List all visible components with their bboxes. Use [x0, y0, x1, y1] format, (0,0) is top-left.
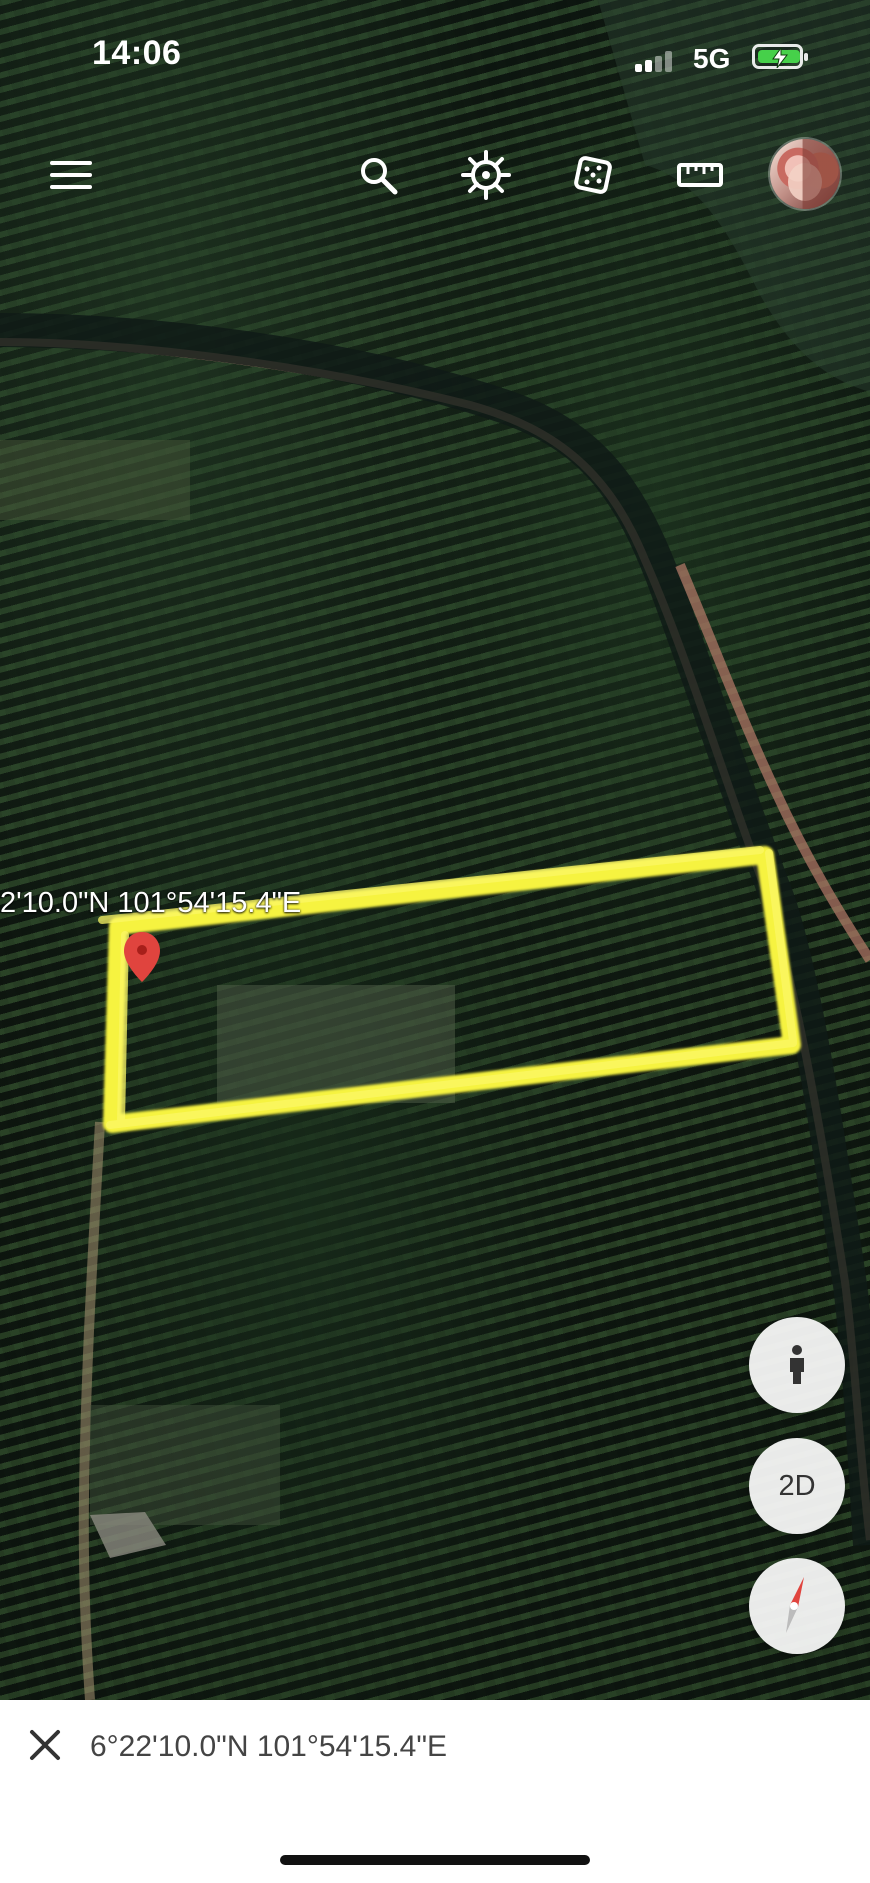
feeling-lucky-button[interactable] [565, 147, 621, 203]
pin-coordinate-label: 2'10.0"N 101°54'15.4"E [0, 887, 302, 919]
feeling-lucky-icon [574, 156, 612, 194]
map-overlay [0, 0, 870, 1700]
signal-bar-2 [645, 60, 652, 72]
signal-bar-3 [655, 56, 662, 72]
location-sheet: 6°22'10.0"N 101°54'15.4"E [0, 1700, 870, 1883]
satellite-map[interactable]: 2'10.0"N 101°54'15.4"E [0, 0, 870, 1700]
clearing-patch-3 [90, 1405, 280, 1525]
battery-icon [752, 44, 808, 69]
search-button[interactable] [350, 147, 406, 203]
person-icon [790, 1345, 804, 1384]
cellular-signal-icon [635, 48, 679, 72]
compass-icon [786, 1577, 804, 1633]
voyager-button[interactable] [458, 147, 514, 203]
coordinates-text: 6°22'10.0"N 101°54'15.4"E [90, 1730, 448, 1763]
search-icon [361, 158, 398, 195]
signal-bar-4 [665, 51, 672, 72]
close-icon [30, 1730, 60, 1760]
menu-icon [50, 161, 92, 189]
close-button[interactable] [24, 1724, 66, 1766]
view-mode-button[interactable]: 2D [749, 1438, 845, 1534]
signal-bar-1 [635, 64, 642, 72]
menu-button[interactable] [43, 147, 99, 203]
google-earth-screen: 2'10.0"N 101°54'15.4"E 14:06 5G 2D 6°22'… [0, 0, 870, 1883]
clearing-patch-1 [0, 440, 190, 520]
measure-icon [677, 163, 723, 187]
location-pin[interactable] [124, 932, 160, 982]
compass-button[interactable] [749, 1558, 845, 1654]
home-indicator [280, 1855, 590, 1865]
status-bar: 14:06 5G [0, 0, 870, 110]
status-time: 14:06 [92, 34, 182, 72]
charging-bolt-icon [772, 48, 789, 68]
toolbar [0, 139, 870, 215]
location-pin-dot [137, 945, 147, 955]
measure-button[interactable] [672, 147, 728, 203]
voyager-icon [461, 150, 511, 200]
street-view-button[interactable] [749, 1317, 845, 1413]
profile-avatar[interactable] [770, 139, 840, 209]
network-label: 5G [693, 43, 731, 74]
view-mode-label: 2D [778, 1469, 816, 1502]
battery-tip [804, 53, 808, 61]
